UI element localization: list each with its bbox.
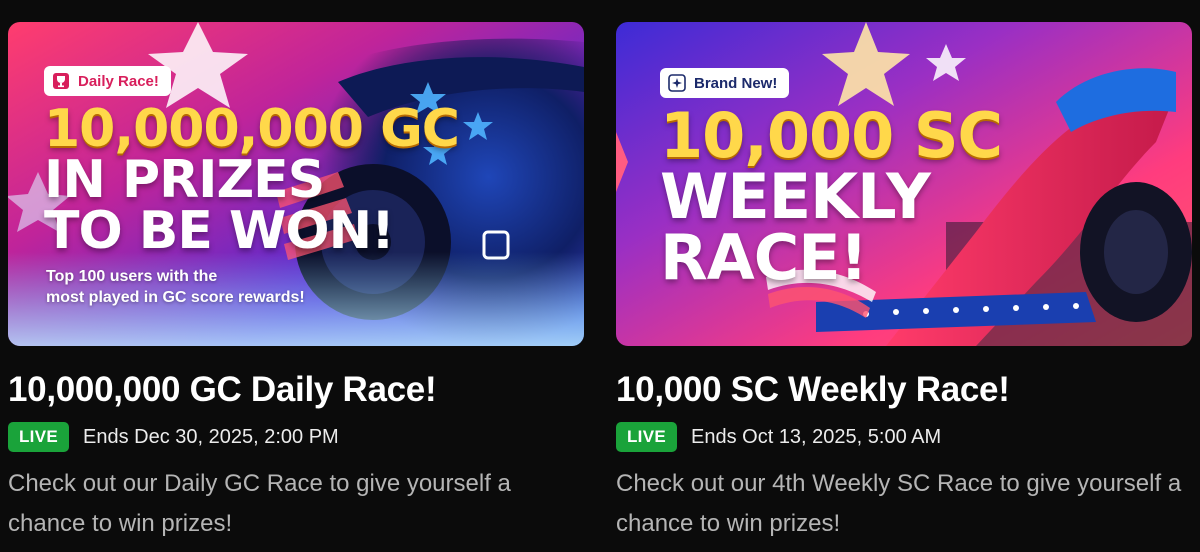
race-meta: LIVE Ends Dec 30, 2025, 2:00 PM	[8, 422, 584, 452]
headline-line-2: TO BE WON!	[44, 200, 395, 261]
subtext-line-2: most played in GC score rewards!	[46, 289, 305, 306]
race-end-time: Ends Dec 30, 2025, 2:00 PM	[83, 425, 339, 448]
banner-headline: 10,000,000 GC IN PRIZES TO BE WON!	[44, 99, 460, 261]
trophy-icon	[52, 72, 70, 90]
race-card-weekly-sc[interactable]: Brand New! 10,000 SC WEEKLY RACE! 10,000…	[616, 22, 1192, 544]
race-banner-daily-gc[interactable]: Daily Race! 10,000,000 GC IN PRIZES TO B…	[8, 22, 584, 346]
headline-line-1: WEEKLY	[660, 159, 931, 233]
badge-daily-race: Daily Race!	[44, 66, 171, 96]
headline-line-1: IN PRIZES	[44, 149, 325, 210]
race-card-daily-gc[interactable]: Daily Race! 10,000,000 GC IN PRIZES TO B…	[8, 22, 584, 544]
race-title[interactable]: 10,000 SC Weekly Race!	[616, 370, 1192, 410]
headline-prize: 10,000,000 GC	[44, 99, 460, 159]
headline-prize: 10,000 SC	[660, 99, 1003, 172]
badge-brand-new: Brand New!	[660, 68, 790, 98]
race-meta: LIVE Ends Oct 13, 2025, 5:00 AM	[616, 422, 1192, 452]
banner-headline: 10,000 SC WEEKLY RACE!	[660, 99, 1003, 294]
badge-label: Brand New!	[694, 74, 778, 92]
race-description: Check out our 4th Weekly SC Race to give…	[616, 470, 1182, 537]
race-end-time: Ends Oct 13, 2025, 5:00 AM	[691, 425, 942, 448]
subtext-line-1: Top 100 users with the	[46, 268, 218, 285]
banner-subtext: Top 100 users with the most played in GC…	[46, 266, 305, 308]
race-banner-weekly-sc[interactable]: Brand New! 10,000 SC WEEKLY RACE!	[616, 22, 1192, 346]
badge-label: Daily Race!	[78, 72, 159, 90]
race-title[interactable]: 10,000,000 GC Daily Race!	[8, 370, 584, 410]
live-badge: LIVE	[8, 422, 69, 452]
race-description: Check out our Daily GC Race to give your…	[8, 470, 511, 537]
live-badge: LIVE	[616, 422, 677, 452]
sparkle-icon	[668, 74, 686, 92]
headline-line-2: RACE!	[660, 220, 868, 294]
race-cards: Daily Race! 10,000,000 GC IN PRIZES TO B…	[0, 0, 1200, 552]
